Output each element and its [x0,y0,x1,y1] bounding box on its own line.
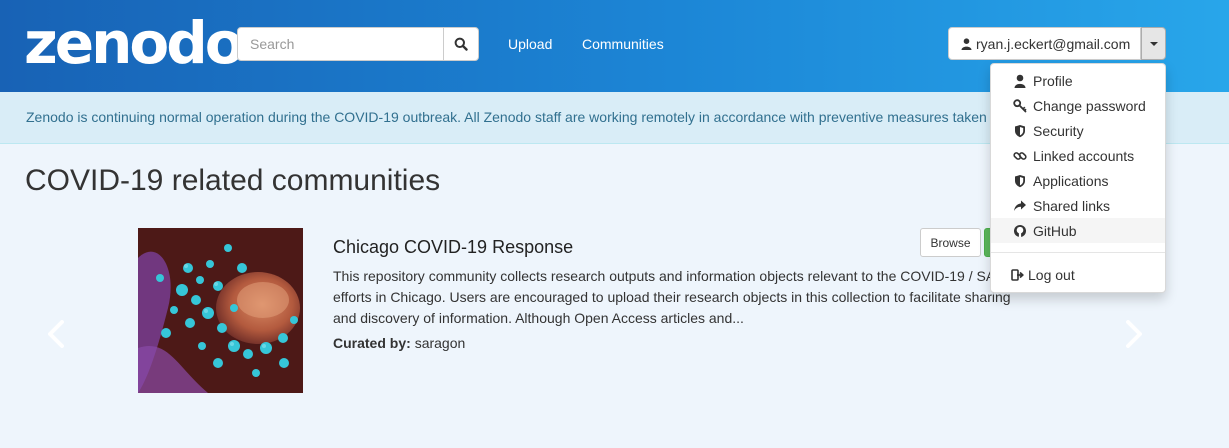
user-email: ryan.j.eckert@gmail.com [976,35,1131,52]
browse-button[interactable]: Browse [920,228,981,257]
caret-down-icon [1149,41,1158,46]
sign-out-icon [1011,269,1024,281]
menu-item-label: Security [1033,122,1084,139]
carousel-next-icon[interactable] [1121,318,1145,350]
shield-icon [1015,175,1025,188]
menu-item-label: Log out [1028,266,1075,283]
menu-item-profile[interactable]: Profile [991,68,1165,93]
community-description: This repository community collects resea… [333,268,1015,326]
menu-item-label: Profile [1033,72,1073,89]
user-dropdown-menu: Profile Change password Security Linked … [990,63,1166,293]
user-menu-toggle[interactable] [1141,27,1166,60]
user-icon [1014,74,1026,88]
menu-item-label: Linked accounts [1033,147,1135,164]
community-logo-image[interactable] [138,228,303,393]
user-icon [961,37,972,50]
community-curated-by: Curated by: saragon [333,335,465,351]
key-icon [1013,99,1027,113]
user-account-button[interactable]: ryan.j.eckert@gmail.com [948,27,1141,60]
menu-item-security[interactable]: Security [991,118,1165,143]
menu-divider [991,252,1165,253]
carousel-prev-icon[interactable] [45,318,69,350]
search-form [237,27,479,61]
search-input[interactable] [238,28,443,60]
github-icon [1014,225,1026,237]
menu-item-github[interactable]: GitHub [991,218,1165,243]
menu-item-label: Applications [1033,172,1109,189]
search-icon [454,37,468,51]
menu-item-linked-accounts[interactable]: Linked accounts [991,143,1165,168]
menu-item-log-out[interactable]: Log out [991,262,1165,287]
curated-by-label: Curated by: [333,335,411,351]
community-title[interactable]: Chicago COVID-19 Response [333,237,573,258]
zenodo-logo[interactable]: zenodo [24,8,245,78]
alert-text: Zenodo is continuing normal operation du… [26,109,1020,125]
share-icon [1014,200,1026,211]
nav-communities-link[interactable]: Communities [582,36,664,52]
shield-icon [1015,125,1025,138]
menu-item-shared-links[interactable]: Shared links [991,193,1165,218]
menu-item-applications[interactable]: Applications [991,168,1165,193]
nav-upload-link[interactable]: Upload [508,36,552,52]
link-icon [1013,152,1027,160]
search-button[interactable] [443,28,478,60]
curator-name: saragon [414,335,466,351]
menu-item-label: GitHub [1033,222,1077,239]
menu-item-change-password[interactable]: Change password [991,93,1165,118]
page-title: COVID-19 related communities [25,164,441,197]
menu-item-label: Shared links [1033,197,1111,214]
menu-item-label: Change password [1033,97,1146,114]
